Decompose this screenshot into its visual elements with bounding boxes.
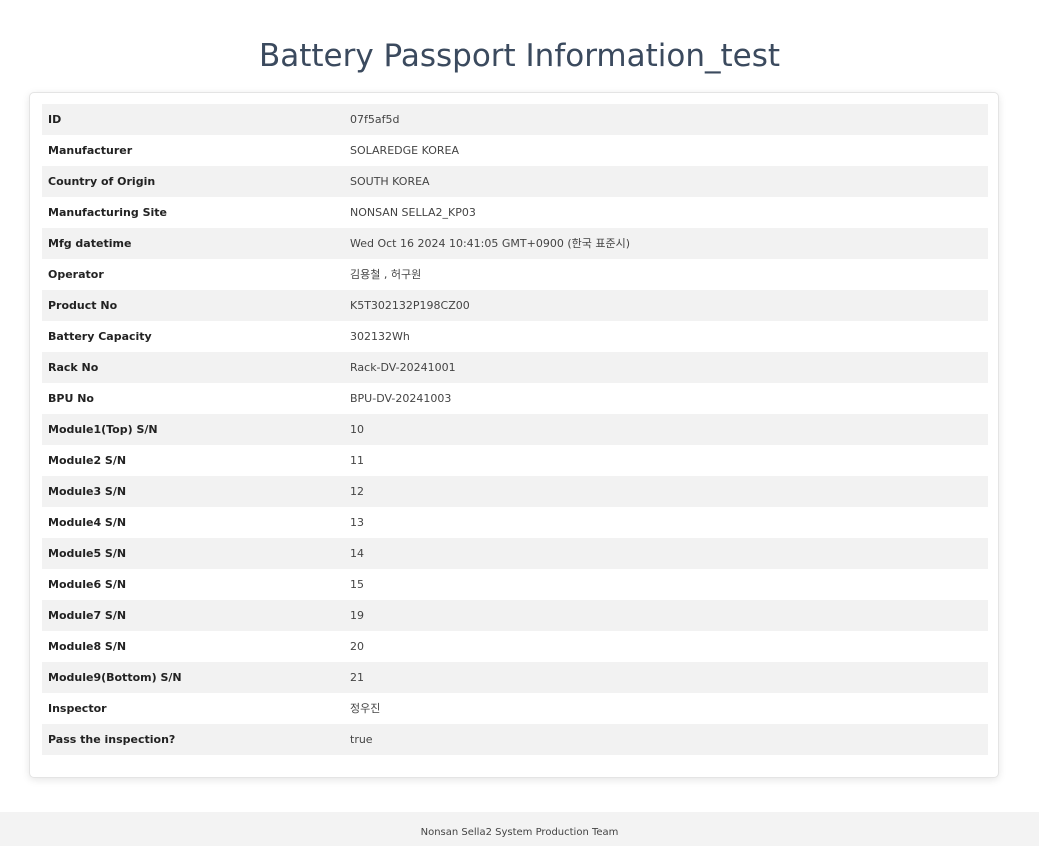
row-label-module6: Module6 S/N [48,578,127,591]
row-label-pass-inspection: Pass the inspection? [42,724,344,755]
table-row: Rack No Rack-DV-20241001 [42,352,988,383]
row-label-product-no: Product No [42,290,344,321]
row-label-module8: Module8 S/N [48,640,127,653]
table-row: Module2 S/N 11 [42,445,988,476]
row-label-mfg-datetime: Mfg datetime [42,228,344,259]
passport-info-table: ID 07f5af5d Manufacturer SOLAREDGE KOREA… [42,104,988,755]
row-label-manufacturing-site: Manufacturing Site [48,206,167,219]
row-label-battery-capacity: Battery Capacity [48,330,152,343]
row-label-bpu-no: BPU No [48,392,94,405]
table-row: Module4 S/N 13 [42,507,988,538]
row-label-module4: Module4 S/N [48,516,127,529]
row-value-module6: 15 [350,578,364,591]
row-label-rack-no: Rack No [42,352,344,383]
row-label-module5: Module5 S/N [42,538,344,569]
row-value-module5: 14 [344,538,988,569]
row-value-module2: 11 [350,454,364,467]
table-row: BPU No BPU-DV-20241003 [42,383,988,414]
row-value-country-of-origin: SOUTH KOREA [344,166,988,197]
table-row: Module9(Bottom) S/N 21 [42,662,988,693]
table-row: Manufacturing Site NONSAN SELLA2_KP03 [42,197,988,228]
table-row: Module8 S/N 20 [42,631,988,662]
row-label-country-of-origin: Country of Origin [42,166,344,197]
table-row: Pass the inspection? true [42,724,988,755]
row-value-module7: 19 [344,600,988,631]
row-value-id: 07f5af5d [344,104,988,135]
footer-text: Nonsan Sella2 System Production Team [420,827,619,838]
table-row: ID 07f5af5d [42,104,988,135]
row-value-module8: 20 [350,640,364,653]
table-row: Operator 김용철 , 허구원 [42,259,988,290]
row-value-battery-capacity: 302132Wh [350,330,410,343]
row-label-id: ID [42,104,344,135]
table-row: Country of Origin SOUTH KOREA [42,166,988,197]
row-label-manufacturer: Manufacturer [48,144,133,157]
table-row: Module6 S/N 15 [42,569,988,600]
page-title: Battery Passport Information_test [258,38,781,74]
row-label-module3: Module3 S/N [42,476,344,507]
table-row: Manufacturer SOLAREDGE KOREA [42,135,988,166]
row-label-inspector: Inspector [48,702,107,715]
row-value-bpu-no: BPU-DV-20241003 [350,392,452,405]
row-label-operator: Operator [48,268,104,281]
row-value-manufacturing-site: NONSAN SELLA2_KP03 [350,206,476,219]
table-row: Inspector 정우진 [42,693,988,724]
passport-card: ID 07f5af5d Manufacturer SOLAREDGE KOREA… [29,92,999,778]
row-value-module3: 12 [344,476,988,507]
table-row: Battery Capacity 302132Wh [42,321,988,352]
row-label-module1: Module1(Top) S/N [42,414,344,445]
row-value-rack-no: Rack-DV-20241001 [344,352,988,383]
page: Battery Passport Information_test ID 07f… [0,0,1039,846]
row-value-mfg-datetime: Wed Oct 16 2024 10:41:05 GMT+0900 (한국 표준… [344,228,988,259]
row-label-module2: Module2 S/N [48,454,127,467]
row-label-module7: Module7 S/N [42,600,344,631]
row-value-module9: 21 [344,662,988,693]
row-value-pass-inspection: true [344,724,988,755]
table-row: Module1(Top) S/N 10 [42,414,988,445]
table-row: Module7 S/N 19 [42,600,988,631]
row-label-module9: Module9(Bottom) S/N [42,662,344,693]
row-value-manufacturer: SOLAREDGE KOREA [350,144,459,157]
table-row: Mfg datetime Wed Oct 16 2024 10:41:05 GM… [42,228,988,259]
table-row: Product No K5T302132P198CZ00 [42,290,988,321]
footer: Nonsan Sella2 System Production Team [0,812,1039,846]
row-value-operator: 김용철 , 허구원 [350,268,422,281]
row-value-inspector: 정우진 [350,702,381,715]
row-value-module1: 10 [344,414,988,445]
table-row: Module5 S/N 14 [42,538,988,569]
table-row: Module3 S/N 12 [42,476,988,507]
row-value-product-no: K5T302132P198CZ00 [344,290,988,321]
row-value-module4: 13 [350,516,364,529]
